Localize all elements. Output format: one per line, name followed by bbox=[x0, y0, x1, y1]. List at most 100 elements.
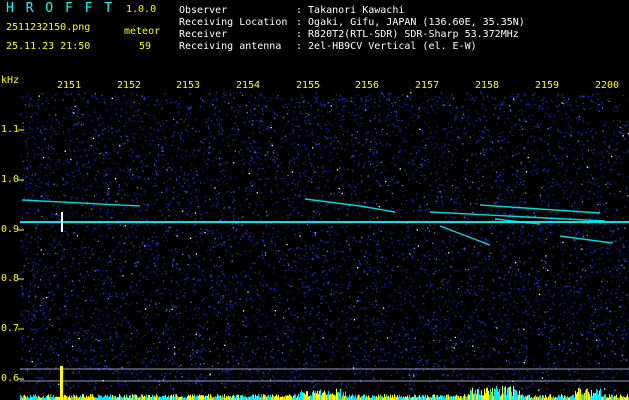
noise-dot bbox=[125, 101, 127, 103]
noise-dot bbox=[44, 283, 47, 286]
noise-dot bbox=[365, 307, 367, 309]
noise-dot bbox=[46, 228, 48, 230]
noise-dot bbox=[133, 376, 135, 378]
noise-dot bbox=[516, 175, 518, 177]
noise-dot bbox=[350, 156, 352, 158]
noise-dot bbox=[291, 206, 294, 208]
noise-dot bbox=[173, 305, 175, 307]
noise-dot bbox=[385, 178, 387, 180]
noise-dot bbox=[245, 147, 247, 149]
noise-dot bbox=[165, 325, 167, 328]
noise-dot bbox=[108, 293, 110, 295]
noise-dot bbox=[522, 231, 524, 233]
noise-dot bbox=[272, 233, 274, 235]
noise-dot bbox=[525, 186, 527, 189]
noise-dot bbox=[162, 267, 164, 269]
noise-dot bbox=[321, 329, 323, 331]
noise-dot bbox=[602, 333, 604, 335]
noise-dot bbox=[246, 324, 248, 326]
noise-dot bbox=[283, 197, 285, 199]
noise-dot bbox=[492, 307, 494, 309]
noise-dot bbox=[184, 182, 186, 184]
noise-dot bbox=[475, 141, 478, 143]
noise-dot bbox=[409, 387, 411, 389]
noise-dot bbox=[531, 332, 533, 334]
noise-dot bbox=[78, 93, 80, 96]
noise-dot bbox=[418, 116, 420, 118]
noise-dot bbox=[595, 166, 597, 168]
noise-dot bbox=[99, 235, 101, 237]
noise-dot bbox=[365, 295, 368, 297]
noise-dot bbox=[498, 116, 500, 118]
noise-dot bbox=[416, 310, 418, 312]
noise-dot bbox=[518, 239, 520, 242]
noise-dot bbox=[238, 319, 240, 321]
noise-dot bbox=[270, 127, 272, 129]
noise-dot bbox=[387, 184, 389, 186]
noise-dot bbox=[502, 172, 505, 174]
noise-dot bbox=[239, 283, 241, 285]
noise-dot bbox=[375, 300, 377, 302]
noise-dot bbox=[569, 177, 572, 179]
noise-dot bbox=[125, 336, 127, 338]
noise-dot bbox=[601, 175, 603, 177]
noise-dot bbox=[519, 272, 522, 274]
noise-dot bbox=[200, 325, 202, 328]
noise-dot bbox=[208, 152, 210, 154]
noise-dot bbox=[134, 192, 136, 194]
noise-dot bbox=[318, 136, 320, 138]
noise-dot bbox=[563, 197, 565, 199]
noise-dot bbox=[533, 92, 536, 95]
noise-dot bbox=[148, 324, 150, 326]
noise-dot bbox=[579, 307, 581, 310]
noise-dot bbox=[118, 190, 120, 192]
noise-dot bbox=[306, 270, 308, 272]
noise-dot bbox=[121, 320, 124, 322]
noise-dot bbox=[622, 333, 624, 335]
noise-dot bbox=[475, 309, 477, 312]
noise-dot bbox=[282, 254, 284, 256]
noise-dot bbox=[82, 124, 85, 126]
noise-dot bbox=[29, 160, 32, 163]
noise-dot bbox=[257, 294, 259, 296]
noise-dot bbox=[351, 113, 353, 116]
noise-dot bbox=[141, 242, 144, 244]
noise-dot bbox=[295, 207, 297, 209]
noise-dot bbox=[178, 305, 181, 307]
noise-dot bbox=[208, 128, 210, 130]
noise-dot bbox=[484, 165, 486, 167]
noise-dot bbox=[421, 132, 424, 134]
noise-dot bbox=[213, 204, 215, 206]
noise-dot bbox=[434, 97, 437, 99]
noise-dot bbox=[84, 246, 86, 248]
noise-dot bbox=[158, 104, 160, 106]
noise-dot bbox=[417, 245, 420, 247]
noise-dot bbox=[596, 376, 598, 378]
noise-dot bbox=[624, 307, 626, 309]
noise-dot bbox=[231, 255, 233, 257]
noise-dot bbox=[58, 249, 61, 252]
noise-dot bbox=[133, 141, 135, 143]
noise-dot bbox=[37, 146, 40, 149]
noise-dot bbox=[437, 249, 440, 251]
noise-dot bbox=[73, 188, 75, 190]
noise-dot bbox=[406, 333, 408, 336]
noise-dot bbox=[164, 357, 166, 359]
noise-dot bbox=[146, 330, 149, 333]
noise-dot bbox=[532, 383, 534, 385]
noise-dot bbox=[268, 324, 270, 326]
noise-dot bbox=[266, 215, 268, 217]
noise-dot bbox=[100, 323, 102, 326]
noise-dot bbox=[154, 301, 156, 303]
noise-dot bbox=[269, 370, 271, 372]
noise-dot bbox=[218, 130, 220, 132]
noise-dot bbox=[91, 247, 94, 250]
noise-dot bbox=[589, 297, 592, 299]
noise-dot bbox=[472, 123, 474, 126]
noise-dot bbox=[344, 192, 346, 194]
noise-dot bbox=[325, 332, 327, 335]
noise-dot bbox=[488, 258, 490, 260]
noise-dot bbox=[450, 308, 452, 310]
noise-dot bbox=[487, 288, 489, 291]
noise-dot bbox=[313, 337, 316, 339]
